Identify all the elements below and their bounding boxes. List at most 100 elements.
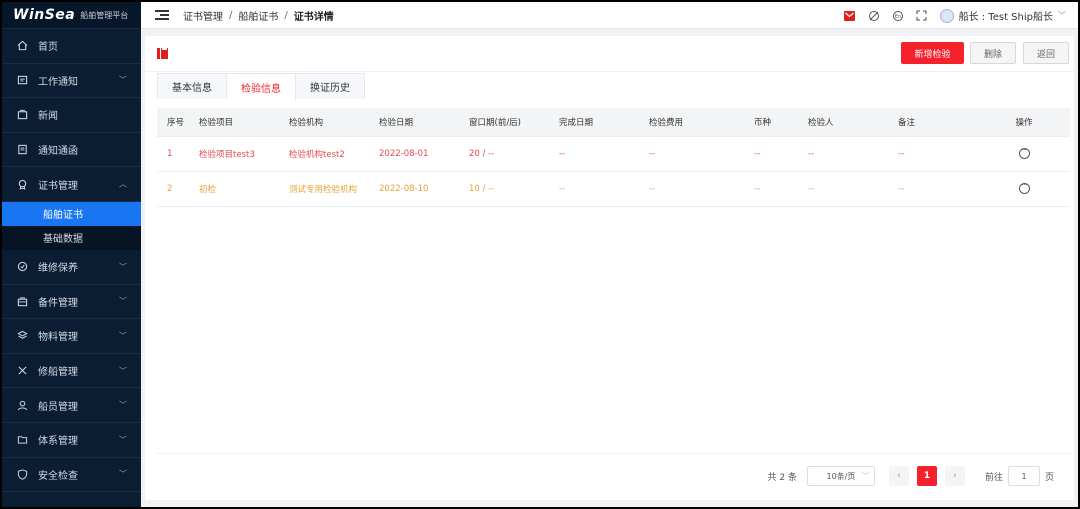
sidebar-item-system[interactable]: 体系管理 ﹀ xyxy=(2,423,141,458)
table-cell: -- xyxy=(639,136,744,172)
table-cell: 测试专用检验机构 xyxy=(279,171,369,207)
table-cell: -- xyxy=(744,136,798,172)
spare-parts-icon xyxy=(16,295,28,307)
table-header-row: 序号 检验项目 检验机构 检验日期 窗口期(前/后) 完成日期 检验费用 币种 … xyxy=(157,108,1070,137)
svg-text:En: En xyxy=(894,14,900,20)
table-cell xyxy=(978,136,1070,172)
table-row[interactable]: 2 初检 测试专用检验机构 2022-08-10 10 / -- -- -- -… xyxy=(157,171,1070,207)
main-panel: 新增检验 删除 返回 基本信息 检验信息 换证历史 序号 检验项目 检验机构 检… xyxy=(145,36,1074,500)
fullscreen-icon[interactable] xyxy=(916,10,928,22)
chevron-down-icon: ﹀ xyxy=(119,331,127,341)
table-cell: 2 xyxy=(157,171,189,207)
table-cell: -- xyxy=(549,171,639,207)
breadcrumb-current: 证书详情 xyxy=(293,11,334,23)
sidebar-item-home[interactable]: 首页 xyxy=(2,29,141,64)
chevron-down-icon: ﹀ xyxy=(861,472,869,480)
add-inspection-button[interactable]: 新增检验 xyxy=(901,42,964,64)
sidebar-subitem-label: 基础数据 xyxy=(43,234,83,246)
table-cell: 20 / -- xyxy=(459,136,549,172)
next-page-button[interactable]: › xyxy=(944,466,965,486)
sidebar-subitem-ship-certificates[interactable]: 船舶证书 xyxy=(2,201,141,226)
tab-renewal-history[interactable]: 换证历史 xyxy=(296,74,364,99)
chevron-down-icon: ﹀ xyxy=(1058,11,1066,20)
inspection-table: 序号 检验项目 检验机构 检验日期 窗口期(前/后) 完成日期 检验费用 币种 … xyxy=(157,108,1070,207)
sidebar-item-ship-repair[interactable]: 修船管理 ﹀ xyxy=(2,354,141,389)
breadcrumb-item[interactable]: 船舶证书 xyxy=(238,8,278,23)
column-header: 检验人 xyxy=(798,108,888,137)
sidebar-item-news[interactable]: 新闻 xyxy=(2,98,141,133)
sidebar-item-work-notice[interactable]: 工作通知 ﹀ xyxy=(2,64,141,99)
chevron-up-icon: ︿ xyxy=(119,179,127,189)
sidebar-item-circulars[interactable]: 通知通函 xyxy=(2,133,141,168)
sidebar-item-spare-parts[interactable]: 备件管理 ﹀ xyxy=(2,285,141,320)
sidebar-item-label: 安全检查 xyxy=(38,470,78,482)
sidebar-item-safety[interactable]: 安全检查 ﹀ xyxy=(2,458,141,493)
sidebar: WinSea 船舶管理平台 首页 工作通知 ﹀ 新闻 通知通函 证书管理 ︿ 船… xyxy=(2,2,141,507)
page-number-button[interactable]: 1 xyxy=(916,466,937,486)
sidebar-item-crew[interactable]: 船员管理 ﹀ xyxy=(2,388,141,423)
page-size-select[interactable]: 10条/页 ﹀ xyxy=(806,466,875,486)
mail-icon[interactable] xyxy=(844,10,856,22)
column-header: 检验日期 xyxy=(369,108,459,137)
sidebar-item-label: 首页 xyxy=(38,42,58,54)
user-menu[interactable]: 船长 : Test Ship船长 ﹀ xyxy=(939,8,1066,23)
breadcrumb-item[interactable]: 证书管理 xyxy=(183,8,223,23)
sidebar-item-certificates[interactable]: 证书管理 ︿ xyxy=(2,167,141,202)
avatar xyxy=(939,8,954,23)
table-cell: -- xyxy=(639,171,744,207)
more-actions-icon[interactable] xyxy=(1018,181,1030,194)
table-cell: 10 / -- xyxy=(459,171,549,207)
chevron-down-icon: ﹀ xyxy=(119,296,127,306)
no-disturb-icon[interactable] xyxy=(868,10,880,22)
page-size-value: 10条/页 xyxy=(826,471,856,481)
language-icon[interactable]: En xyxy=(892,10,904,22)
goto-page-input[interactable] xyxy=(1007,466,1040,486)
table-cell: -- xyxy=(798,136,888,172)
crew-icon xyxy=(16,399,28,411)
logo: WinSea 船舶管理平台 xyxy=(2,2,141,29)
sidebar-item-label: 修船管理 xyxy=(38,367,78,379)
notice-icon xyxy=(16,74,28,86)
tab-inspection-info[interactable]: 检验信息 xyxy=(227,74,296,100)
breadcrumb-separator: / xyxy=(229,9,233,21)
user-name: 船长 : Test Ship船长 xyxy=(958,12,1053,23)
tab-basic-info[interactable]: 基本信息 xyxy=(158,74,227,99)
sidebar-item-materials[interactable]: 物料管理 ﹀ xyxy=(2,319,141,354)
table-cell: 1 xyxy=(157,136,189,172)
header-actions: En 船长 : Test Ship船长 ﹀ xyxy=(844,2,1066,29)
more-actions-icon[interactable] xyxy=(1018,146,1030,159)
back-button[interactable]: 返回 xyxy=(1023,42,1069,64)
sidebar-item-label: 物料管理 xyxy=(38,332,78,344)
breadcrumb-separator: / xyxy=(284,9,288,21)
delete-button[interactable]: 删除 xyxy=(970,42,1016,64)
table-cell: -- xyxy=(888,171,978,207)
chevron-down-icon: ﹀ xyxy=(119,262,127,272)
column-header: 备注 xyxy=(888,108,978,137)
table-cell: 检验机构test2 xyxy=(279,136,369,172)
circular-icon xyxy=(16,144,28,156)
sidebar-item-label: 证书管理 xyxy=(38,180,78,192)
pagination: 共 2 条 10条/页 ﹀ ‹ 1 › 前往 页 xyxy=(768,466,1054,486)
materials-icon xyxy=(16,330,28,342)
page-suffix: 页 xyxy=(1044,472,1054,483)
sidebar-subitem-base-data[interactable]: 基础数据 xyxy=(2,225,141,250)
app-frame: WinSea 船舶管理平台 首页 工作通知 ﹀ 新闻 通知通函 证书管理 ︿ 船… xyxy=(2,2,1078,507)
divider xyxy=(157,453,1070,454)
chevron-down-icon: ﹀ xyxy=(119,366,127,376)
prev-page-button[interactable]: ‹ xyxy=(888,466,909,486)
column-header: 完成日期 xyxy=(549,108,639,137)
breadcrumb: 证书管理 / 船舶证书 / 证书详情 xyxy=(183,8,334,23)
document-icon xyxy=(157,47,168,62)
system-icon xyxy=(16,434,28,446)
maintenance-icon xyxy=(16,261,28,273)
sidebar-item-maintenance[interactable]: 维修保养 ﹀ xyxy=(2,250,141,285)
brand-subtitle: 船舶管理平台 xyxy=(80,10,129,20)
menu-toggle-icon[interactable] xyxy=(155,8,169,23)
table-cell: -- xyxy=(744,171,798,207)
sidebar-item-label: 船员管理 xyxy=(38,401,78,413)
tab-bar: 基本信息 检验信息 换证历史 xyxy=(157,73,365,100)
table-row[interactable]: 1 检验项目test3 检验机构test2 2022-08-01 20 / --… xyxy=(157,136,1070,172)
column-header: 操作 xyxy=(978,108,1070,137)
table-cell: -- xyxy=(798,171,888,207)
chevron-down-icon: ﹀ xyxy=(119,469,127,479)
